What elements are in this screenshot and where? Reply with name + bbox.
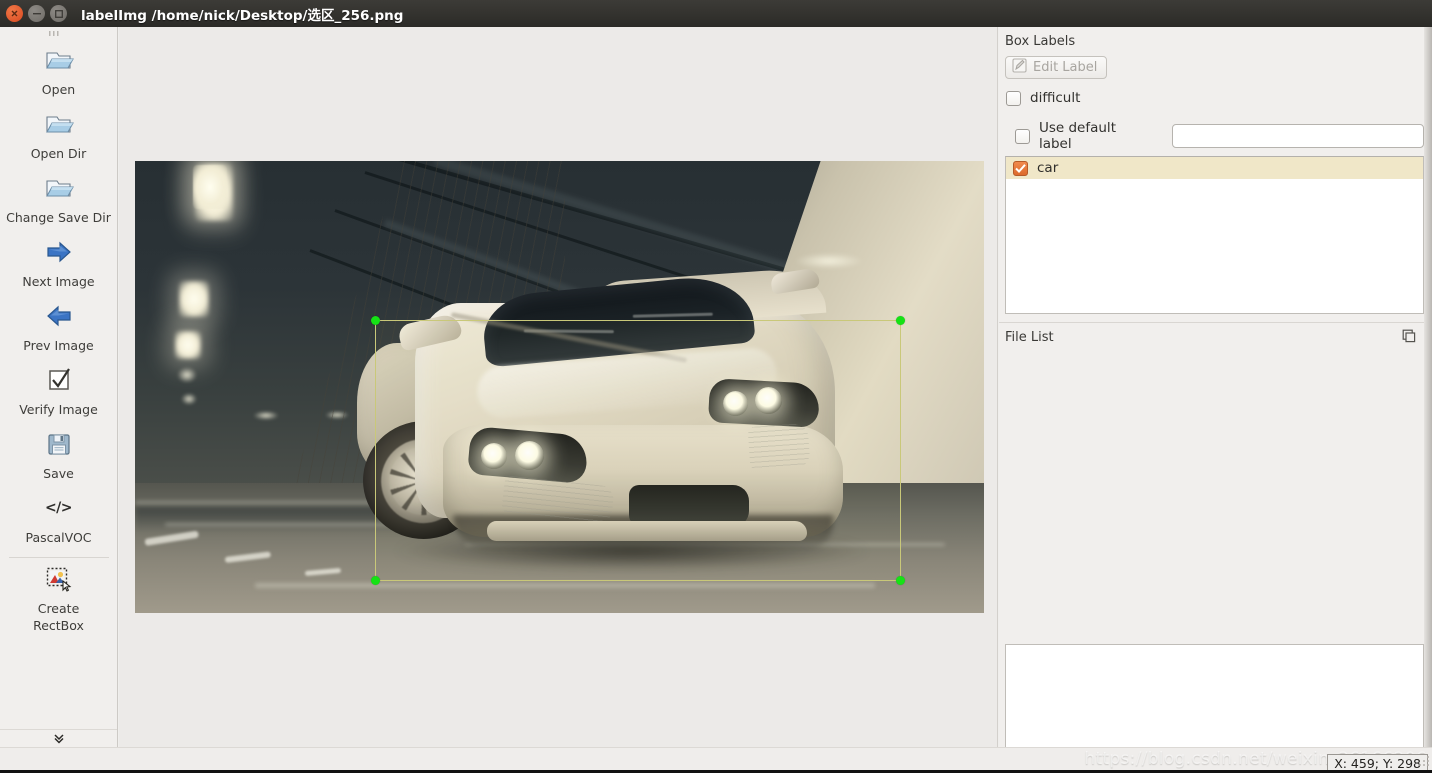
arrow-left-icon [45,301,73,331]
box-labels-title: Box Labels [1005,34,1076,49]
file-list-panel: File List [999,322,1424,773]
undock-icon[interactable] [1402,328,1416,347]
right-dock: Box Labels Edit Label difficult Use defa… [999,27,1424,773]
resize-grip-icon[interactable] [1418,752,1430,771]
bbox-handle-top-right[interactable] [896,316,905,325]
left-toolbar: Open Open Dir Change Save Dir Next Image… [0,27,118,747]
difficult-checkbox-row[interactable]: difficult [1006,90,1424,106]
toolbar-item-open[interactable]: Open [0,41,117,105]
toolbar-overflow-button[interactable] [0,729,117,747]
image-canvas-area[interactable] [119,27,998,747]
labelimg-window: labelImg /home/nick/Desktop/选区_256.png O… [0,0,1432,773]
toolbar-label: Next Image [22,274,95,289]
toolbar-label: PascalVOC [25,530,92,545]
list-item[interactable]: car [1006,157,1423,179]
box-labels-list[interactable]: car [1005,156,1424,314]
toolbar-label: Prev Image [23,338,94,353]
default-label-input[interactable] [1171,124,1424,148]
toolbar-item-prev-image[interactable]: Prev Image [0,297,117,361]
checkbox-checked-icon [46,365,72,395]
toolbar-label: Create RectBox [33,601,84,633]
toolbar-label: Open Dir [30,146,87,161]
window-controls [0,5,67,22]
toolbar-label: Verify Image [19,402,98,417]
edit-label-text: Edit Label [1033,60,1098,75]
toolbar-item-save[interactable]: Save [0,425,117,489]
toolbar-label: Open [41,82,76,97]
use-default-label-text: Use default label [1038,120,1116,152]
pencil-square-icon [1012,58,1027,77]
edit-label-button[interactable]: Edit Label [1005,56,1108,79]
label-checkbox-checked[interactable] [1013,160,1028,176]
drag-handle-icon[interactable] [48,31,70,41]
floppy-disk-icon [46,429,72,459]
maximize-icon[interactable] [50,5,67,22]
open-folder-icon [44,45,74,75]
open-folder-icon [44,173,74,203]
title-bar: labelImg /home/nick/Desktop/选区_256.png [0,0,1432,27]
toolbar-item-format[interactable]: </> PascalVOC [0,489,117,553]
difficult-checkbox[interactable] [1006,90,1021,106]
toolbar-separator [8,557,109,558]
bounding-box[interactable] [371,316,905,585]
toolbar-item-change-save-dir[interactable]: Change Save Dir [0,169,117,233]
wall-highlight [794,253,864,269]
window-title: labelImg /home/nick/Desktop/选区_256.png [81,7,404,24]
file-list-header: File List [999,322,1424,352]
toolbar-item-next-image[interactable]: Next Image [0,233,117,297]
bbox-handle-bottom-left[interactable] [371,576,380,585]
toolbar-label: Change Save Dir [6,210,111,225]
annotation-image[interactable] [135,161,984,613]
file-list-title: File List [1005,330,1054,345]
code-brackets-icon: </> [44,500,73,516]
use-default-label-checkbox[interactable] [1015,128,1030,144]
window-right-edge [1424,27,1432,747]
toolbar-label: Save [43,466,74,481]
use-default-label-row[interactable]: Use default label [1015,120,1424,152]
difficult-label: difficult [1030,90,1081,106]
open-folder-icon [44,109,74,139]
toolbar-item-create-rectbox[interactable]: Create RectBox [0,560,117,641]
label-item-text: car [1037,160,1059,176]
arrow-right-icon [45,237,73,267]
close-icon[interactable] [6,5,23,22]
bbox-handle-bottom-right[interactable] [896,576,905,585]
chevron-down-icon [52,729,66,747]
toolbar-item-verify-image[interactable]: Verify Image [0,361,117,425]
create-rectbox-icon [45,564,73,594]
toolbar-item-open-dir[interactable]: Open Dir [0,105,117,169]
minimize-icon[interactable] [28,5,45,22]
bbox-handle-top-left[interactable] [371,316,380,325]
box-labels-panel: Box Labels Edit Label difficult Use defa… [999,27,1424,314]
